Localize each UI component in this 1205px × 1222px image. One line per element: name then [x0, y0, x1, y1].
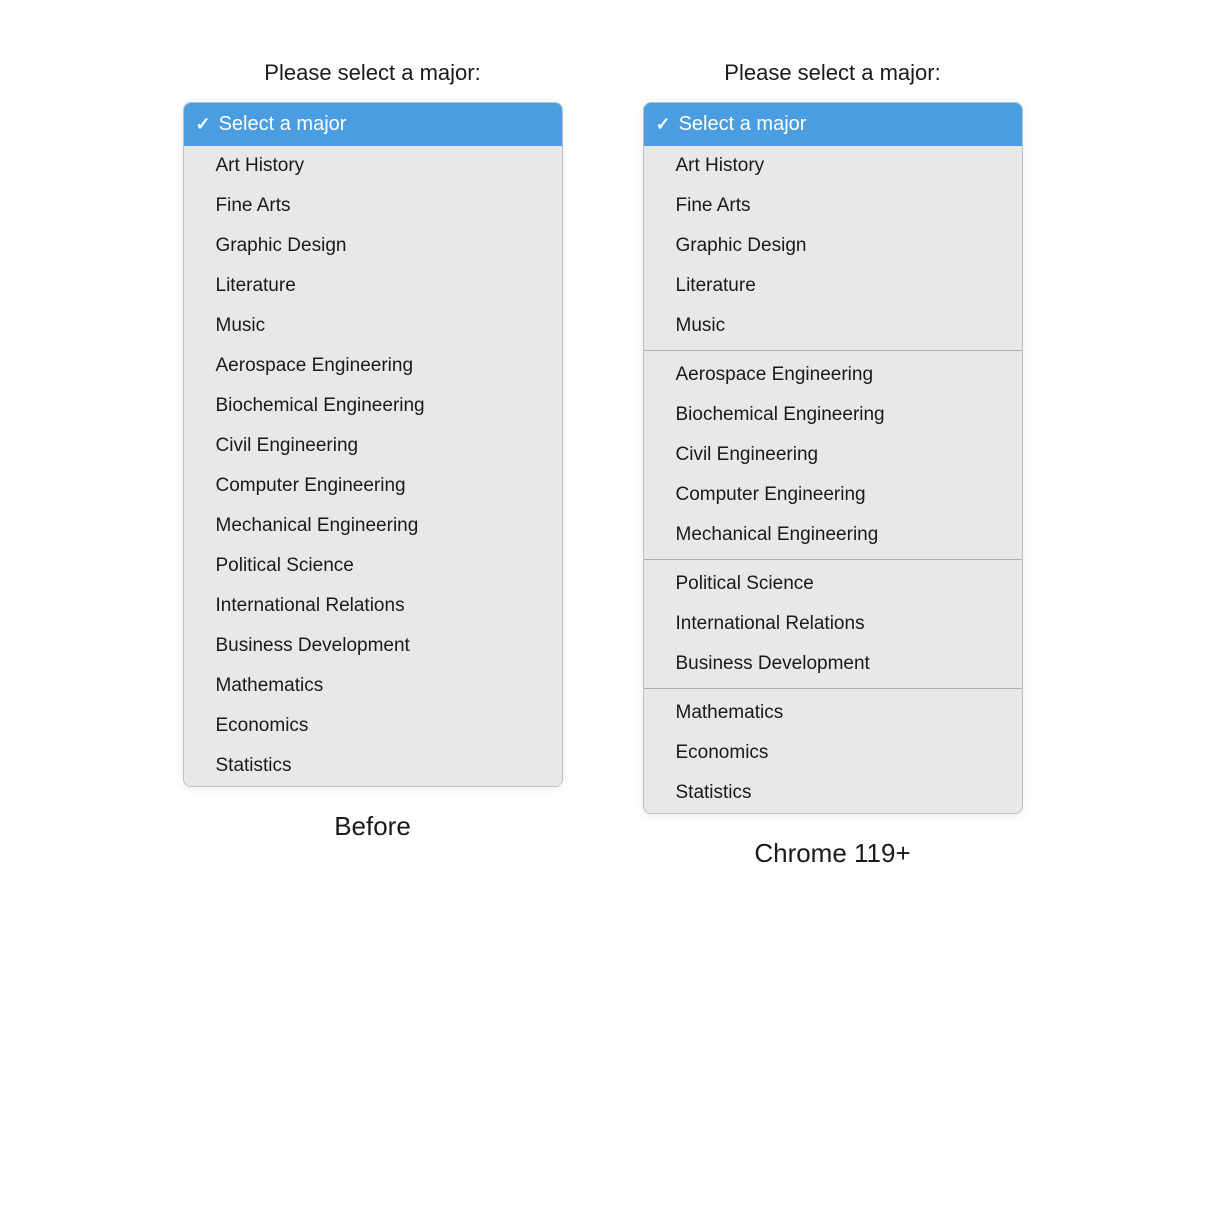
- list-item[interactable]: Aerospace Engineering: [644, 355, 1022, 395]
- list-item[interactable]: Art History: [184, 146, 562, 186]
- list-item[interactable]: Literature: [644, 266, 1022, 306]
- list-item[interactable]: Graphic Design: [184, 226, 562, 266]
- list-item[interactable]: Mechanical Engineering: [644, 515, 1022, 555]
- left-panel: Please select a major: ✓ Select a major …: [183, 60, 563, 842]
- list-item[interactable]: Fine Arts: [644, 186, 1022, 226]
- list-item[interactable]: Computer Engineering: [644, 475, 1022, 515]
- list-item[interactable]: International Relations: [184, 586, 562, 626]
- list-item[interactable]: Art History: [644, 146, 1022, 186]
- left-dropdown[interactable]: ✓ Select a major Art History Fine Arts G…: [183, 102, 563, 787]
- list-item[interactable]: Business Development: [184, 626, 562, 666]
- list-item[interactable]: Music: [644, 306, 1022, 346]
- list-item[interactable]: Civil Engineering: [184, 426, 562, 466]
- right-selected-label: Select a major: [679, 113, 807, 136]
- list-item[interactable]: Literature: [184, 266, 562, 306]
- group-divider: [644, 559, 1022, 560]
- right-panel: Please select a major: ✓ Select a major …: [643, 60, 1023, 869]
- list-item[interactable]: Political Science: [644, 564, 1022, 604]
- left-panel-title: Please select a major:: [264, 60, 480, 86]
- left-caption: Before: [334, 811, 411, 842]
- list-item[interactable]: Biochemical Engineering: [184, 386, 562, 426]
- right-dropdown[interactable]: ✓ Select a major Art History Fine Arts G…: [643, 102, 1023, 814]
- comparison-container: Please select a major: ✓ Select a major …: [183, 60, 1023, 869]
- list-item[interactable]: Fine Arts: [184, 186, 562, 226]
- list-item[interactable]: Graphic Design: [644, 226, 1022, 266]
- list-item[interactable]: Civil Engineering: [644, 435, 1022, 475]
- list-item[interactable]: Mathematics: [184, 666, 562, 706]
- group-divider: [644, 688, 1022, 689]
- list-item[interactable]: Economics: [184, 706, 562, 746]
- list-item[interactable]: Music: [184, 306, 562, 346]
- list-item[interactable]: Computer Engineering: [184, 466, 562, 506]
- list-item[interactable]: Mathematics: [644, 693, 1022, 733]
- list-item[interactable]: Aerospace Engineering: [184, 346, 562, 386]
- right-checkmark-icon: ✓: [656, 114, 671, 135]
- list-item[interactable]: Biochemical Engineering: [644, 395, 1022, 435]
- list-item[interactable]: Statistics: [644, 773, 1022, 813]
- right-selected-item[interactable]: ✓ Select a major: [644, 103, 1022, 146]
- left-selected-label: Select a major: [219, 113, 347, 136]
- right-caption: Chrome 119+: [754, 838, 910, 869]
- group-divider: [644, 350, 1022, 351]
- left-checkmark-icon: ✓: [196, 114, 211, 135]
- list-item[interactable]: Economics: [644, 733, 1022, 773]
- list-item[interactable]: International Relations: [644, 604, 1022, 644]
- list-item[interactable]: Mechanical Engineering: [184, 506, 562, 546]
- list-item[interactable]: Political Science: [184, 546, 562, 586]
- list-item[interactable]: Business Development: [644, 644, 1022, 684]
- list-item[interactable]: Statistics: [184, 746, 562, 786]
- right-panel-title: Please select a major:: [724, 60, 940, 86]
- left-selected-item[interactable]: ✓ Select a major: [184, 103, 562, 146]
